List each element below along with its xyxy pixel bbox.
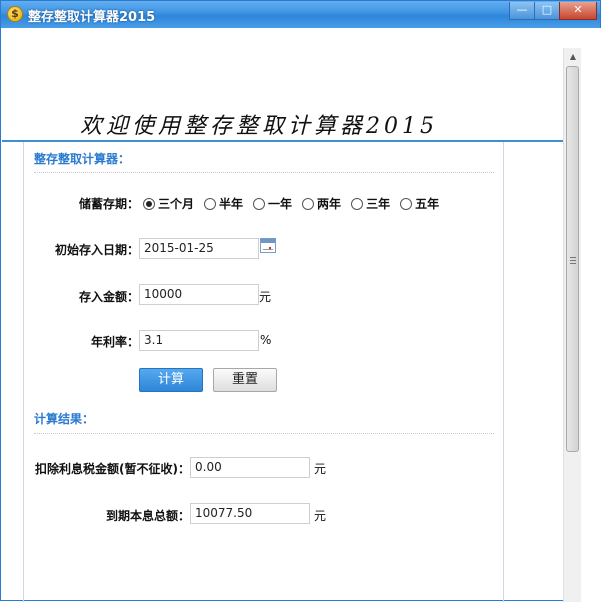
dollar-coin-icon: $ [7, 6, 23, 22]
term-option-2-years[interactable]: 两年 [302, 195, 341, 212]
amount-input[interactable]: 10000 [139, 284, 259, 305]
term-option-label: 半年 [219, 197, 244, 211]
term-option-3-months[interactable]: 三个月 [143, 195, 194, 212]
radio-icon[interactable] [204, 197, 217, 210]
term-radio-group: 三个月 半年 一年 两年 三年 五年 [143, 195, 449, 212]
term-option-5-years[interactable]: 五年 [400, 195, 439, 212]
section-divider [34, 433, 494, 434]
reset-button[interactable]: 重置 [213, 368, 277, 392]
term-label: 储蓄存期： [78, 197, 139, 211]
term-option-label: 一年 [268, 197, 293, 211]
section-divider [34, 172, 494, 173]
tax-output: 0.00 [190, 457, 310, 478]
term-option-label: 两年 [317, 197, 342, 211]
radio-icon[interactable] [351, 197, 364, 210]
term-option-half-year[interactable]: 半年 [204, 195, 243, 212]
rate-unit: % [260, 333, 272, 347]
term-option-label: 五年 [415, 197, 440, 211]
scroll-thumb[interactable] [566, 66, 579, 452]
tax-label: 扣除利息税金额(暂不征收)： [35, 462, 190, 476]
rate-label: 年利率： [90, 335, 139, 349]
tax-unit: 元 [314, 462, 327, 476]
radio-selected-icon[interactable] [143, 197, 155, 210]
start-date-label: 初始存入日期： [54, 243, 139, 257]
amount-label: 存入金额： [78, 290, 139, 304]
term-option-label: 三个月 [158, 197, 195, 211]
amount-unit: 元 [259, 290, 272, 304]
vertical-scrollbar[interactable]: ▲ [563, 48, 582, 602]
radio-icon[interactable] [253, 197, 266, 210]
term-option-1-year[interactable]: 一年 [253, 195, 292, 212]
window-margin [581, 28, 601, 602]
close-button[interactable]: ✕ [559, 2, 597, 20]
total-output: 10077.50 [190, 503, 310, 524]
welcome-banner: 欢迎使用整存整取计算器2015 [2, 28, 563, 142]
window-title: 整存整取计算器2015 [28, 10, 156, 25]
title-bar[interactable]: $ 整存整取计算器2015 — □ ✕ [1, 1, 600, 28]
total-unit: 元 [314, 509, 327, 523]
start-date-input[interactable]: 2015-01-25 [139, 238, 259, 259]
calendar-icon[interactable] [260, 238, 276, 253]
banner-text: 欢迎使用整存整取计算器2015 [80, 114, 438, 139]
results-section-title: 计算结果： [34, 412, 95, 426]
grip-icon [570, 257, 576, 264]
term-option-3-years[interactable]: 三年 [351, 195, 390, 212]
maximize-button[interactable]: □ [534, 2, 560, 20]
calculator-section-title: 整存整取计算器： [34, 152, 131, 166]
rate-input[interactable]: 3.1 [139, 330, 259, 351]
total-label: 到期本息总额： [105, 509, 190, 523]
scroll-up-icon[interactable]: ▲ [564, 48, 582, 65]
minimize-button[interactable]: — [509, 2, 535, 20]
radio-icon[interactable] [400, 197, 413, 210]
term-option-label: 三年 [366, 197, 391, 211]
radio-icon[interactable] [302, 197, 315, 210]
app-window: $ 整存整取计算器2015 — □ ✕ 欢迎使用整存整取计算器2015 整存整取… [0, 0, 601, 602]
calculate-button[interactable]: 计算 [139, 368, 203, 392]
